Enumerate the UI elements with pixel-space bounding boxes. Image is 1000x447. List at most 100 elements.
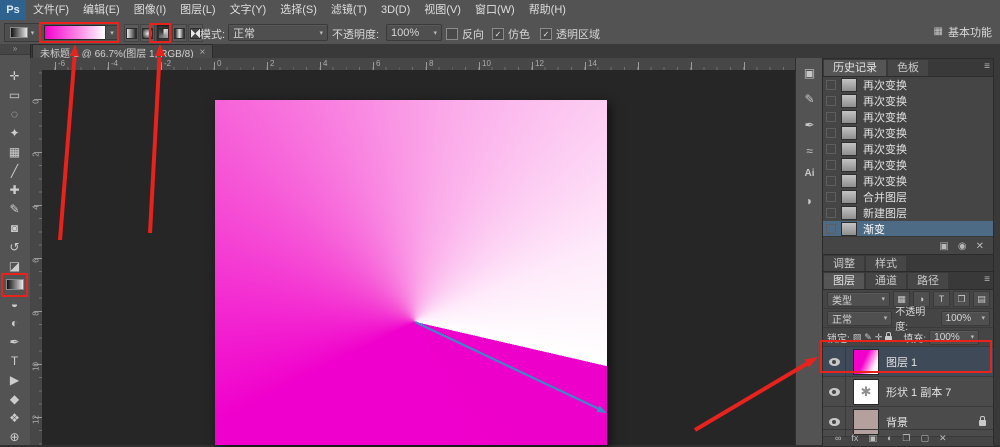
history-state-row[interactable]: 再次变换 [823,141,994,157]
eraser-tool[interactable]: ◪ [0,256,29,275]
ai-panel-icon[interactable]: Ai [796,168,823,179]
pen-tool[interactable]: ✒ [0,332,29,351]
layer-name[interactable]: 背景 [886,414,979,430]
tab-adjustments[interactable]: 调整 [824,256,864,272]
radial-gradient-button[interactable] [140,24,155,42]
toolbar-collapse-icon[interactable]: » [0,44,30,55]
eye-icon[interactable] [829,388,840,396]
tab-layers[interactable]: 图层 [824,273,864,289]
history-state-row-selected[interactable]: 渐变 [823,221,994,237]
history-state-row[interactable]: 再次变换 [823,173,994,189]
menu-image[interactable]: 图像(I) [127,0,173,20]
tab-swatches[interactable]: 色板 [888,60,928,76]
eye-icon[interactable] [829,358,840,366]
history-source-box[interactable] [826,128,836,138]
path-selection-tool[interactable]: ▶ [0,370,29,389]
gradient-picker-arrow[interactable]: ▾ [105,25,119,40]
tab-channels[interactable]: 通道 [866,273,906,289]
healing-brush-tool[interactable]: ✚ [0,180,29,199]
gradient-tool[interactable] [0,275,29,294]
layer-filter-dropdown[interactable]: 类型 ▾ [827,292,890,307]
menu-edit[interactable]: 编辑(E) [76,0,127,20]
menu-window[interactable]: 窗口(W) [468,0,522,20]
delete-layer-icon[interactable]: ✕ [939,433,947,444]
dither-checkbox[interactable]: ✓ [492,28,504,40]
move-tool[interactable]: ✛ [0,66,29,85]
history-state-row[interactable]: 新建图层 [823,205,994,221]
visibility-cell[interactable] [823,347,846,376]
menu-layer[interactable]: 图层(L) [173,0,222,20]
document-canvas[interactable] [215,100,607,445]
history-source-box[interactable] [826,208,836,218]
ink-pen-panel-icon[interactable]: ✒ [796,118,823,132]
waves-panel-icon[interactable]: ≈ [796,144,823,158]
tab-styles[interactable]: 样式 [866,256,906,272]
layer-row-layer-1[interactable]: 图层 1 [823,347,994,377]
dodge-tool[interactable]: ◐ [0,313,29,332]
document-tab[interactable]: 未标题-1 @ 66.7%(图层 1, RGB/8) × [32,44,213,59]
menu-filter[interactable]: 滤镜(T) [324,0,374,20]
link-layers-icon[interactable]: ∞ [835,433,841,443]
new-document-from-state-icon[interactable]: ▣ [939,241,948,252]
panel-menu-icon[interactable]: ≡ [984,61,990,72]
layer-name[interactable]: 形状 1 副本 7 [886,384,994,400]
layer-mask-icon[interactable]: ▣ [868,433,877,444]
gradient-preview[interactable] [44,25,106,40]
workspace-switcher[interactable]: ▦ 基本功能 [934,24,992,39]
clone-stamp-tool[interactable]: ◙ [0,218,29,237]
transparency-checkbox[interactable]: ✓ [540,28,552,40]
linear-gradient-button[interactable] [124,24,139,42]
new-group-icon[interactable]: ❐ [902,433,910,444]
zoom-tool[interactable]: ⊕ [0,427,29,446]
crop-tool[interactable]: ▦ [0,142,29,161]
hand-tool[interactable]: ❖ [0,408,29,427]
quick-selection-tool[interactable]: ✦ [0,123,29,142]
delete-state-icon[interactable]: ✕ [976,241,984,252]
history-brush-tool[interactable]: ↺ [0,237,29,256]
tab-history[interactable]: 历史记录 [824,60,886,76]
lock-transparent-pixels-icon[interactable]: ▨ [853,332,862,343]
filter-smart-objects-icon[interactable]: ▤ [973,291,990,307]
lock-all-icon[interactable] [885,336,892,342]
fill-dropdown[interactable]: 100% ▾ [929,330,979,345]
layer-thumbnail[interactable] [853,349,879,375]
layer-thumbnail[interactable]: ✱ [853,379,879,405]
speech-bubble-panel-icon[interactable]: ◗ [796,194,823,208]
tool-preset-picker[interactable]: ▾ [4,23,40,42]
blur-tool[interactable]: ◒ [0,294,29,313]
history-source-box[interactable] [826,160,836,170]
visibility-cell[interactable] [823,377,846,406]
eye-icon[interactable] [829,418,840,426]
lock-image-pixels-icon[interactable]: ✎ [864,332,872,343]
shape-tool[interactable]: ◆ [0,389,29,408]
history-state-row[interactable]: 再次变换 [823,157,994,173]
adjustment-layer-icon[interactable]: ◐ [887,433,892,443]
history-source-box[interactable] [826,112,836,122]
tab-paths[interactable]: 路径 [908,273,948,289]
type-tool[interactable]: T [0,351,29,370]
layers-stack-panel-icon[interactable]: ▣ [796,66,823,80]
filter-shape-layers-icon[interactable]: ❐ [953,291,970,307]
history-state-row[interactable]: 再次变换 [823,77,994,93]
history-source-box[interactable] [826,80,836,90]
menu-select[interactable]: 选择(S) [273,0,324,20]
angle-gradient-button[interactable] [156,24,171,42]
brush-panel-icon[interactable]: ✎ [796,92,823,106]
panel-menu-icon[interactable]: ≡ [984,274,990,285]
lasso-tool[interactable]: ◌ [0,104,29,123]
new-snapshot-icon[interactable]: ◉ [958,241,967,252]
history-state-row[interactable]: 再次变换 [823,109,994,125]
history-source-box[interactable] [826,176,836,186]
history-source-box[interactable] [826,96,836,106]
layer-style-icon[interactable]: fx [851,433,858,443]
layer-row-shape-copy-7[interactable]: ✱ 形状 1 副本 7 [823,377,994,407]
reverse-checkbox[interactable] [446,28,458,40]
layer-blend-mode-dropdown[interactable]: 正常 ▾ [827,311,892,326]
layer-name[interactable]: 图层 1 [886,354,994,370]
menu-3d[interactable]: 3D(D) [374,0,417,20]
new-layer-icon[interactable]: ▢ [920,433,929,444]
history-source-box[interactable] [826,144,836,154]
blend-mode-dropdown[interactable]: 正常 ▾ [228,24,328,41]
lock-position-icon[interactable]: ✛ [875,332,883,343]
eyedropper-tool[interactable]: ╱ [0,161,29,180]
